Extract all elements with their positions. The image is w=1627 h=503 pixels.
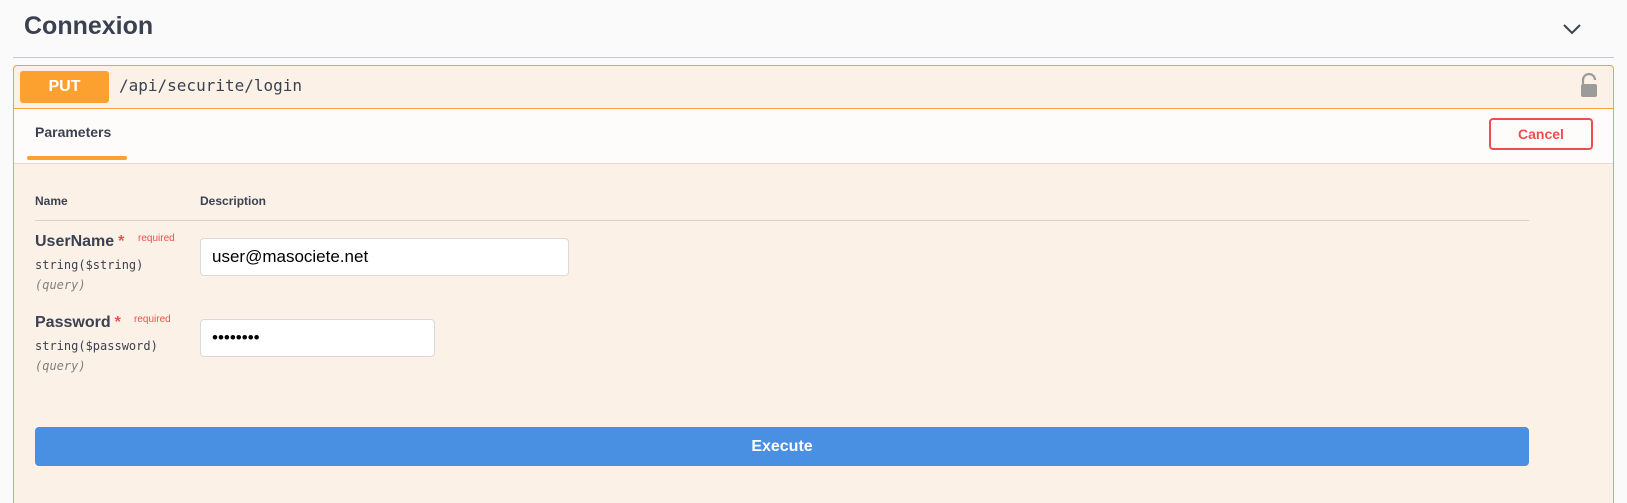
method-badge: PUT	[20, 71, 109, 103]
param-name-label: Password	[35, 314, 111, 331]
required-star: *	[118, 233, 125, 250]
required-label: required	[134, 314, 171, 325]
param-location: (query)	[35, 359, 86, 373]
operation-summary[interactable]: PUT /api/securite/login	[14, 66, 1613, 109]
chevron-down-icon[interactable]	[1560, 17, 1584, 41]
parameters-bar: Parameters Cancel	[14, 109, 1613, 164]
username-input[interactable]: user@masociete.net	[200, 238, 569, 276]
execute-button[interactable]: Execute	[35, 427, 1529, 466]
tab-parameters[interactable]: Parameters	[35, 124, 111, 140]
param-location: (query)	[35, 278, 86, 292]
lock-open-icon[interactable]	[1579, 73, 1599, 99]
param-type: string($password)	[35, 339, 158, 353]
required-star: *	[114, 314, 121, 331]
param-type: string($string)	[35, 258, 144, 272]
cancel-button[interactable]: Cancel	[1489, 118, 1593, 150]
param-name-label: UserName	[35, 233, 115, 250]
column-header-description: Description	[200, 194, 267, 208]
divider	[35, 220, 1529, 221]
section-title: Connexion	[24, 12, 154, 40]
column-header-name: Name	[35, 194, 68, 208]
tab-active-indicator	[27, 156, 127, 160]
param-name-password: Password *	[35, 314, 121, 332]
param-name-username: UserName *	[35, 233, 124, 251]
password-input[interactable]: ••••••••	[200, 319, 435, 357]
required-label: required	[138, 233, 175, 244]
operation-path: /api/securite/login	[119, 76, 303, 95]
section-header[interactable]: Connexion	[13, 0, 1614, 58]
